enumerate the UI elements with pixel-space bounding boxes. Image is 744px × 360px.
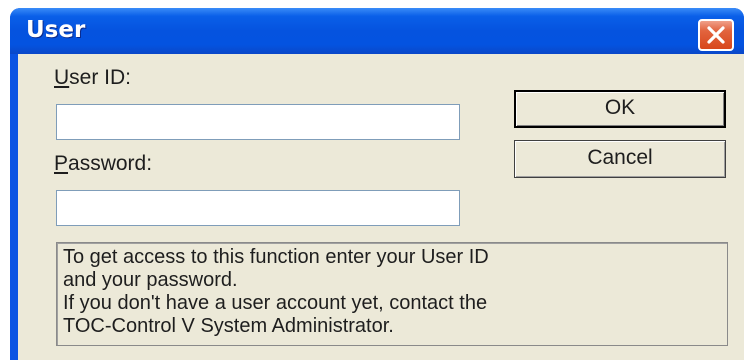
- title-bar[interactable]: User: [10, 8, 744, 54]
- password-label-mnemonic: P: [54, 152, 69, 175]
- userid-label-text: ser ID:: [69, 66, 132, 89]
- user-login-dialog: User User ID: Password: OK Cancel To get…: [10, 8, 744, 360]
- ok-button[interactable]: OK: [514, 90, 726, 128]
- password-input[interactable]: [57, 191, 459, 225]
- userid-label: User ID:: [54, 66, 131, 90]
- dialog-client-area: User ID: Password: OK Cancel To get acce…: [18, 54, 744, 360]
- password-label-text: assword:: [68, 152, 153, 175]
- password-label: Password:: [54, 152, 152, 176]
- close-button[interactable]: [698, 19, 734, 51]
- password-field[interactable]: [56, 190, 460, 226]
- userid-field[interactable]: [56, 104, 460, 140]
- userid-input[interactable]: [57, 105, 459, 139]
- userid-label-mnemonic: U: [54, 66, 70, 89]
- dialog-title: User: [26, 17, 86, 43]
- info-message: To get access to this function enter you…: [56, 242, 728, 346]
- cancel-button[interactable]: Cancel: [514, 140, 726, 178]
- close-icon: [707, 26, 725, 44]
